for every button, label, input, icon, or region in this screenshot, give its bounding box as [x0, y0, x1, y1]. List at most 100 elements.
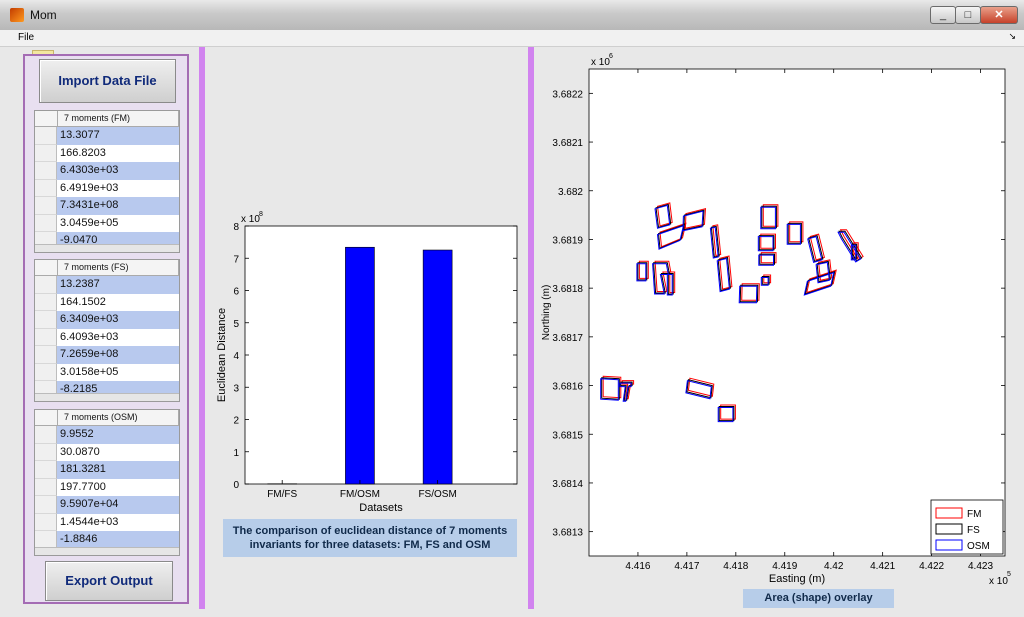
table-cell[interactable]: 3.0158e+05: [57, 364, 179, 382]
maximize-button[interactable]: □: [955, 6, 981, 24]
table-row[interactable]: 6.4303e+03: [35, 162, 179, 180]
table-cell[interactable]: 6.4093e+03: [57, 329, 179, 347]
table-cell[interactable]: 1.4544e+03: [57, 514, 179, 532]
table-cell[interactable]: 9.5907e+04: [57, 496, 179, 514]
row-header[interactable]: [35, 144, 57, 162]
row-header[interactable]: [35, 496, 57, 514]
export-output-button[interactable]: Export Output: [45, 561, 173, 601]
table-row[interactable]: 164.1502: [35, 293, 179, 312]
overlay-plot-box: [588, 68, 1006, 557]
row-header[interactable]: [35, 276, 57, 294]
x-tick-label: 4.418: [723, 561, 748, 572]
row-header[interactable]: [35, 328, 57, 346]
row-header[interactable]: [35, 179, 57, 197]
table-header: 7 moments (OSM): [35, 410, 179, 426]
row-header[interactable]: [35, 197, 57, 215]
horizontal-scrollbar[interactable]: [35, 244, 179, 252]
legend-label-osm: OSM: [967, 541, 990, 552]
table-row[interactable]: 7.2659e+08: [35, 346, 179, 364]
table-row[interactable]: 7.3431e+08: [35, 197, 179, 215]
y-tick-label: 3.6822: [552, 89, 583, 100]
table-column-header[interactable]: 7 moments (FS): [58, 260, 179, 275]
bar-plot-box: [244, 225, 518, 485]
table-row[interactable]: 166.8203: [35, 144, 179, 163]
close-button[interactable]: ✕: [980, 6, 1018, 24]
table-row[interactable]: 181.3281: [35, 461, 179, 479]
table-row[interactable]: 13.3077: [35, 127, 179, 145]
minimize-button[interactable]: _: [930, 6, 956, 24]
row-header[interactable]: [35, 531, 57, 549]
y-tick-label: 3.6819: [552, 235, 583, 246]
row-header[interactable]: [35, 461, 57, 479]
y-tick-label: 6: [233, 287, 239, 298]
table-row[interactable]: 3.0158e+05: [35, 363, 179, 382]
row-header[interactable]: [35, 426, 57, 444]
x-axis-label: Easting (m): [769, 573, 825, 585]
y-tick-label: 3: [233, 383, 239, 394]
y-exponent-power: 8: [259, 211, 263, 218]
y-exponent-label: x 10: [591, 57, 610, 68]
row-header[interactable]: [35, 478, 57, 496]
table-column-header[interactable]: 7 moments (FM): [58, 111, 179, 126]
table-row[interactable]: 197.7700: [35, 478, 179, 497]
table-cell[interactable]: 166.8203: [57, 145, 179, 163]
row-header[interactable]: [35, 162, 57, 180]
table-row[interactable]: 6.4919e+03: [35, 179, 179, 198]
row-header[interactable]: [35, 346, 57, 364]
table-cell[interactable]: 164.1502: [57, 294, 179, 312]
dock-arrow-icon[interactable]: ↘: [1008, 31, 1016, 42]
row-header[interactable]: [35, 513, 57, 531]
table-row[interactable]: -1.8846: [35, 531, 179, 549]
table-row[interactable]: 9.5907e+04: [35, 496, 179, 514]
horizontal-scrollbar[interactable]: [35, 393, 179, 401]
row-header[interactable]: [35, 443, 57, 461]
row-header[interactable]: [35, 127, 57, 145]
matlab-icon: [10, 8, 24, 22]
table-cell[interactable]: 13.2387: [57, 276, 179, 294]
x-tick-label: FM/FS: [267, 489, 297, 500]
row-header[interactable]: [35, 311, 57, 329]
y-tick-label: 0: [233, 480, 239, 491]
table-cell[interactable]: 181.3281: [57, 461, 179, 479]
table-row[interactable]: 6.4093e+03: [35, 328, 179, 347]
table-header: 7 moments (FM): [35, 111, 179, 127]
table-cell[interactable]: 7.2659e+08: [57, 346, 179, 364]
table-column-header[interactable]: 7 moments (OSM): [58, 410, 179, 425]
table-cell[interactable]: 30.0870: [57, 444, 179, 462]
menu-file[interactable]: File: [18, 32, 34, 43]
table-cell[interactable]: 197.7700: [57, 479, 179, 497]
table-cell[interactable]: 9.9552: [57, 426, 179, 444]
panel-divider-left: [199, 47, 205, 609]
table-row[interactable]: 1.4544e+03: [35, 513, 179, 532]
y-tick-label: 3.682: [558, 187, 583, 198]
y-axis-label: Euclidean Distance: [216, 308, 228, 402]
table-moments-fs[interactable]: 7 moments (FS) 13.2387 164.1502 6.3409e+03 6…: [34, 259, 180, 402]
table-row[interactable]: 13.2387: [35, 276, 179, 294]
horizontal-scrollbar[interactable]: [35, 547, 179, 555]
x-tick-label: 4.423: [968, 561, 993, 572]
table-moments-osm[interactable]: 7 moments (OSM) 9.9552 30.0870 181.3281 197.…: [34, 409, 180, 556]
table-cell[interactable]: 6.4303e+03: [57, 162, 179, 180]
table-row[interactable]: 9.9552: [35, 426, 179, 444]
bar-chart: 0 1 2 3 4 5 6 7 8x 10 8 FM/FS FM/OSM FS/OSM Datasets E…: [208, 200, 526, 520]
table-cell[interactable]: 6.4919e+03: [57, 180, 179, 198]
import-data-button[interactable]: Import Data File: [39, 59, 176, 103]
y-tick-label: 7: [233, 254, 239, 265]
row-header[interactable]: [35, 293, 57, 311]
table-cell[interactable]: -1.8846: [57, 531, 179, 549]
x-axis-label: Datasets: [359, 502, 403, 514]
table-cell[interactable]: 13.3077: [57, 127, 179, 145]
table-cell[interactable]: 6.3409e+03: [57, 311, 179, 329]
table-corner: [35, 410, 58, 425]
table-row[interactable]: 3.0459e+05: [35, 214, 179, 233]
row-header[interactable]: [35, 363, 57, 381]
window-titlebar: Mom _ □ ✕: [0, 0, 1024, 31]
table-cell[interactable]: 7.3431e+08: [57, 197, 179, 215]
table-cell[interactable]: 3.0459e+05: [57, 215, 179, 233]
table-row[interactable]: 6.3409e+03: [35, 311, 179, 329]
row-header[interactable]: [35, 214, 57, 232]
y-tick-label: 4: [233, 351, 239, 362]
table-moments-fm[interactable]: 7 moments (FM) 13.3077 166.8203 6.4303e+03 6…: [34, 110, 180, 253]
y-tick-label: 3.6817: [552, 333, 583, 344]
table-row[interactable]: 30.0870: [35, 443, 179, 462]
